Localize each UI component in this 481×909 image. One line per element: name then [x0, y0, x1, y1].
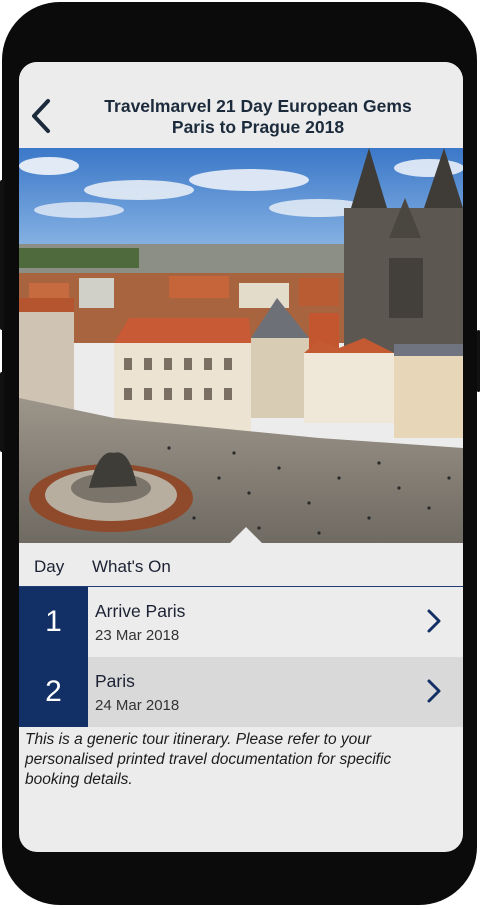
chevron-left-icon	[32, 99, 50, 133]
chevron-right-icon	[427, 609, 441, 633]
day-title: Arrive Paris	[95, 601, 186, 621]
day-date: 23 Mar 2018	[95, 627, 180, 644]
page-title-line1: Travelmarvel 21 Day European Gems	[104, 96, 412, 116]
chevron-right-icon	[427, 679, 441, 703]
phone-side-button-left	[0, 180, 4, 330]
itinerary-column-header: Day What's On	[19, 543, 463, 587]
day-title: Paris	[95, 671, 135, 691]
column-day-label: Day	[34, 557, 65, 576]
hero-image	[19, 148, 463, 543]
itinerary-disclaimer: This is a generic tour itinerary. Please…	[25, 731, 392, 788]
day-number: 2	[19, 657, 88, 727]
image-pointer-notch	[229, 527, 263, 544]
itinerary-row-day-2[interactable]: 2 Paris 24 Mar 2018	[19, 657, 463, 727]
phone-side-button-left-lower	[0, 372, 4, 452]
app-screen: Travelmarvel 21 Day European Gems Paris …	[19, 62, 463, 852]
back-button[interactable]	[29, 98, 55, 134]
day-date: 24 Mar 2018	[95, 697, 180, 714]
prague-square-photo	[19, 148, 463, 543]
itinerary-row-day-1[interactable]: 1 Arrive Paris 23 Mar 2018	[19, 587, 463, 657]
phone-side-button-right	[477, 330, 480, 392]
app-header: Travelmarvel 21 Day European Gems Paris …	[19, 62, 463, 148]
page-title: Travelmarvel 21 Day European Gems Paris …	[63, 96, 453, 138]
page-title-line2: Paris to Prague 2018	[171, 117, 345, 137]
column-whats-on-label: What's On	[92, 557, 171, 576]
day-number: 1	[19, 587, 88, 657]
